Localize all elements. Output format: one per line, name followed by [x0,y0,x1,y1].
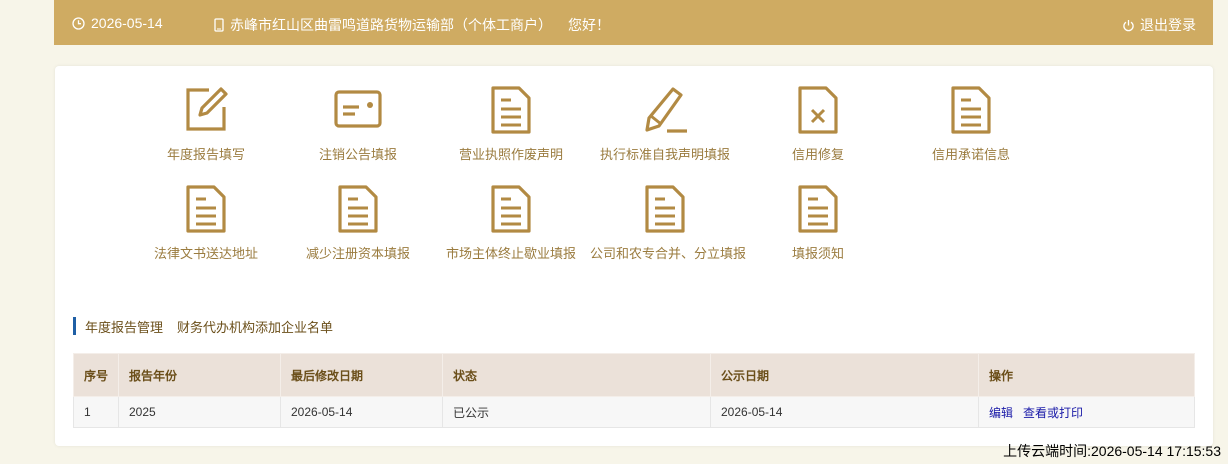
document-icon [283,185,433,233]
tile-filing-notes[interactable]: 填报须知 [743,185,893,262]
report-table: 序号 报告年份 最后修改日期 状态 公示日期 操作 1 2025 2026-05… [73,353,1195,428]
edit-link[interactable]: 编辑 [989,406,1013,420]
table-row: 1 2025 2026-05-14 已公示 2026-05-14 编辑 查看或打印 [73,396,1195,428]
document-x-icon [743,86,893,134]
cell-status: 已公示 [442,396,711,428]
card-icon [283,86,433,134]
tile-label: 注销公告填报 [318,147,397,162]
tile-credit-repair[interactable]: 信用修复 [743,86,893,163]
document-icon [436,86,586,134]
tile-label: 信用修复 [791,147,844,162]
pencil-icon [590,86,740,134]
tile-annual-report[interactable]: 年度报告填写 [131,86,281,163]
header-status: 状态 [442,353,711,397]
document-icon [743,185,893,233]
top-bar: 2026-05-14 赤峰市红山区曲雷鸣道路货物运输部（个体工商户） 您好！ 退… [54,0,1213,45]
tile-termination[interactable]: 市场主体终止歇业填报 [436,185,586,262]
document-icon [590,185,740,233]
section-tabs: 年度报告管理 财务代办机构添加企业名单 [73,317,333,335]
tile-label: 法律文书送达地址 [153,246,258,261]
logout-button[interactable]: 退出登录 [1122,15,1196,35]
cell-seq: 1 [73,396,119,428]
tile-merger-split[interactable]: 公司和农专合并、分立填报 [590,185,747,262]
tile-standard-declaration[interactable]: 执行标准自我声明填报 [590,86,740,163]
cell-modified: 2026-05-14 [280,396,443,428]
greeting-text: 您好！ [568,17,610,33]
tile-capital-reduction[interactable]: 减少注册资本填报 [283,185,433,262]
cell-published: 2026-05-14 [710,396,979,428]
tile-label: 信用承诺信息 [931,147,1010,162]
tile-label: 减少注册资本填报 [305,246,410,261]
clock-icon [72,16,85,30]
upload-time: 上传云端时间:2026-05-14 17:15:53 [1003,443,1221,459]
tile-deregistration-notice[interactable]: 注销公告填报 [283,86,433,163]
date-text: 2026-05-14 [91,15,163,31]
logout-label: 退出登录 [1140,17,1196,33]
header-modified: 最后修改日期 [280,353,443,397]
tile-label: 营业执照作废声明 [458,147,563,162]
tile-credit-commitment[interactable]: 信用承诺信息 [896,86,1046,163]
cell-year: 2025 [118,396,281,428]
view-print-link[interactable]: 查看或打印 [1023,406,1083,420]
edit-icon [131,86,281,134]
header-published: 公示日期 [710,353,979,397]
tile-legal-address[interactable]: 法律文书送达地址 [131,185,281,262]
header-actions: 操作 [978,353,1195,397]
phone-icon [214,18,224,32]
tile-label: 执行标准自我声明填报 [599,147,730,162]
tile-label: 填报须知 [791,246,844,261]
tile-license-void[interactable]: 营业执照作废声明 [436,86,586,163]
tab-agency-company-list[interactable]: 财务代办机构添加企业名单 [177,317,333,336]
tile-label: 年度报告填写 [166,147,245,162]
tab-annual-report-management[interactable]: 年度报告管理 [85,317,163,336]
document-icon [131,185,281,233]
company-greeting: 赤峰市红山区曲雷鸣道路货物运输部（个体工商户） 您好！ [214,15,610,35]
document-icon [436,185,586,233]
current-date: 2026-05-14 [72,15,163,31]
cell-actions: 编辑 查看或打印 [978,396,1195,428]
table-header-row: 序号 报告年份 最后修改日期 状态 公示日期 操作 [73,353,1195,397]
document-icon [896,86,1046,134]
header-year: 报告年份 [118,353,281,397]
header-seq: 序号 [73,353,119,397]
company-name: 赤峰市红山区曲雷鸣道路货物运输部（个体工商户） [230,17,552,33]
tile-label: 市场主体终止歇业填报 [445,246,576,261]
power-icon [1122,19,1135,32]
tile-label: 公司和农专合并、分立填报 [590,246,747,261]
